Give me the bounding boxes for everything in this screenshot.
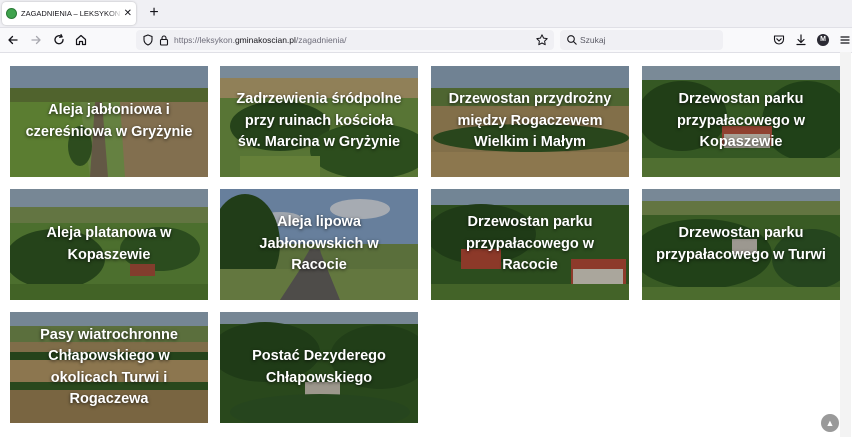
home-icon[interactable]	[72, 31, 90, 49]
page-scrollbar[interactable]	[840, 52, 851, 437]
chevron-up-icon[interactable]: ▲	[821, 414, 839, 432]
tab-strip: ZAGADNIENIA – LEKSYKON – Gmina Kościan ✕…	[0, 0, 852, 28]
new-tab-button[interactable]: +	[146, 3, 162, 23]
account-avatar[interactable]: M	[817, 34, 829, 46]
topics-grid: Aleja jabłoniowa i czereśniowa w Gryżyni…	[10, 66, 840, 426]
lock-icon[interactable]	[156, 32, 172, 53]
site-favicon-icon	[6, 8, 17, 19]
browser-tab[interactable]: ZAGADNIENIA – LEKSYKON – Gmina Kościan ✕	[2, 2, 136, 25]
download-icon[interactable]	[792, 31, 810, 49]
card-title: Drzewostan parku przypałacowego w Kopasz…	[676, 91, 806, 151]
topic-card[interactable]: Postać Dezyderego Chłapowskiego	[220, 312, 418, 423]
close-tab-icon[interactable]: ✕	[124, 8, 132, 19]
topic-card[interactable]: Drzewostan parku przypałacowego w Turwi	[642, 189, 840, 300]
topic-card[interactable]: Aleja platanowa w Kopaszewie	[10, 189, 208, 300]
topic-card[interactable]: Pasy wiatrochronne Chłapowskiego w okoli…	[10, 312, 208, 423]
url-prefix: https://leksykon.	[174, 35, 235, 45]
search-icon	[564, 32, 580, 53]
tracking-protection-shield-icon[interactable]	[140, 32, 156, 53]
topic-card[interactable]: Drzewostan parku przypałacowego w Racoci…	[431, 189, 629, 300]
url-domain: gminakoscian.pl	[234, 35, 296, 45]
card-title: Aleja lipowa Jabłonowskich w Racocie	[259, 214, 379, 274]
topic-card[interactable]: Drzewostan przydrożny między Rogaczewem …	[431, 66, 629, 177]
card-title: Zadrzewienia śródpolne przy ruinach kośc…	[236, 91, 402, 151]
card-title: Aleja platanowa w Kopaszewie	[46, 225, 172, 263]
pocket-icon[interactable]	[770, 31, 788, 49]
nav-toolbar: https://leksykon.gminakoscian.pl/zagadni…	[0, 28, 852, 53]
reload-icon[interactable]	[50, 31, 68, 49]
topic-card[interactable]: Drzewostan parku przypałacowego w Kopasz…	[642, 66, 840, 177]
topic-card[interactable]: Zadrzewienia śródpolne przy ruinach kośc…	[220, 66, 418, 177]
topic-card[interactable]: Aleja lipowa Jabłonowskich w Racocie	[220, 189, 418, 300]
address-bar[interactable]: https://leksykon.gminakoscian.pl/zagadni…	[136, 30, 554, 50]
hamburger-menu-icon[interactable]	[836, 31, 852, 49]
search-placeholder: Szukaj	[580, 35, 606, 45]
url-text[interactable]: https://leksykon.gminakoscian.pl/zagadni…	[174, 30, 346, 50]
search-input[interactable]: Szukaj	[560, 30, 723, 50]
card-title: Drzewostan przydrożny między Rogaczewem …	[448, 91, 612, 151]
back-arrow-icon[interactable]	[4, 31, 22, 49]
topic-card[interactable]: Aleja jabłoniowa i czereśniowa w Gryżyni…	[10, 66, 208, 177]
card-title: Postać Dezyderego Chłapowskiego	[252, 348, 386, 386]
url-path: /zagadnienia/	[295, 35, 347, 45]
card-title: Aleja jabłoniowa i czereśniowa w Gryżyni…	[25, 102, 193, 140]
card-title: Drzewostan parku przypałacowego w Racoci…	[465, 214, 595, 274]
bookmark-star-icon[interactable]	[534, 32, 550, 53]
forward-arrow-icon[interactable]	[27, 31, 45, 49]
tab-title: ZAGADNIENIA – LEKSYKON – Gmina Kościan	[21, 9, 122, 18]
card-title: Pasy wiatrochronne Chłapowskiego w okoli…	[40, 326, 178, 408]
card-title: Drzewostan parku przypałacowego w Turwi	[656, 225, 826, 263]
